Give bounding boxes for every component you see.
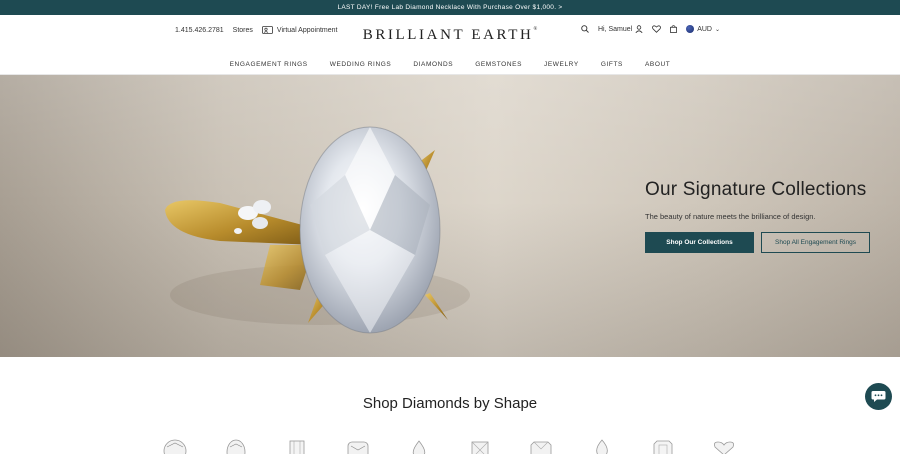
chat-button[interactable] — [865, 383, 892, 410]
account-greeting: Hi, Samuel — [597, 25, 633, 33]
radiant-icon[interactable] — [529, 439, 553, 454]
promo-banner[interactable]: LAST DAY! Free Lab Diamond Necklace With… — [0, 0, 900, 15]
cart-button[interactable] — [670, 25, 678, 33]
hero-banner: Our Signature Collections The beauty of … — [0, 75, 900, 357]
hero-ring-image — [165, 126, 470, 334]
heart-icon — [652, 25, 662, 33]
user-icon — [635, 25, 643, 33]
header-actions: Hi, Samuel AUD ⌄ — [572, 25, 720, 33]
promo-text[interactable]: LAST DAY! Free Lab Diamond Necklace With… — [337, 4, 562, 11]
cushion-icon[interactable] — [346, 439, 370, 454]
nav-engagement-rings[interactable]: ENGAGEMENT RINGS — [230, 61, 308, 68]
nav-diamonds[interactable]: DIAMONDS — [413, 61, 453, 68]
nav-wedding-rings[interactable]: WEDDING RINGS — [330, 61, 392, 68]
brand-logo[interactable]: BRILLIANT EARTH® — [0, 27, 900, 44]
main-navigation: ENGAGEMENT RINGS WEDDING RINGS DIAMONDS … — [0, 55, 900, 75]
shopping-bag-icon — [670, 25, 678, 33]
shape-list — [163, 439, 773, 454]
logo-registered-mark: ® — [533, 27, 538, 32]
account-menu[interactable]: Hi, Samuel — [598, 25, 643, 33]
hero-title: Our Signature Collections — [645, 179, 867, 200]
hero-buttons: Shop Our Collections Shop All Engagement… — [645, 232, 870, 253]
chat-bubble-icon — [871, 391, 886, 402]
chevron-down-icon: ⌄ — [714, 26, 720, 33]
asscher-icon[interactable] — [651, 439, 675, 454]
shop-our-collections-button[interactable]: Shop Our Collections — [645, 232, 754, 253]
logo-text: BRILLIANT EARTH — [362, 27, 534, 43]
nav-jewelry[interactable]: JEWELRY — [544, 61, 579, 68]
nav-gemstones[interactable]: GEMSTONES — [475, 61, 522, 68]
wishlist-button[interactable] — [652, 25, 662, 33]
marquise-icon[interactable] — [590, 439, 614, 454]
heart-icon[interactable] — [712, 439, 736, 454]
princess-icon[interactable] — [468, 439, 492, 454]
nav-gifts[interactable]: GIFTS — [601, 61, 623, 68]
search-button[interactable] — [581, 25, 589, 33]
emerald-icon[interactable] — [285, 439, 309, 454]
shape-section-title: Shop Diamonds by Shape — [362, 395, 538, 412]
globe-icon — [686, 25, 695, 33]
search-icon — [581, 25, 589, 33]
pear-icon[interactable] — [407, 439, 431, 454]
hero-subtitle: The beauty of nature meets the brillianc… — [645, 212, 816, 221]
shop-by-shape-section: Shop Diamonds by Shape — [0, 357, 900, 454]
currency-selector[interactable]: AUD ⌄ — [686, 25, 720, 33]
site-header: 1.415.426.2781 Stores Virtual Appointmen… — [0, 15, 900, 55]
oval-icon[interactable] — [224, 439, 248, 454]
currency-value: AUD — [697, 25, 712, 33]
nav-about[interactable]: ABOUT — [645, 61, 670, 68]
round-icon[interactable] — [163, 439, 187, 454]
hero-content: Our Signature Collections The beauty of … — [645, 179, 870, 253]
shop-all-engagement-rings-button[interactable]: Shop All Engagement Rings — [761, 232, 870, 253]
